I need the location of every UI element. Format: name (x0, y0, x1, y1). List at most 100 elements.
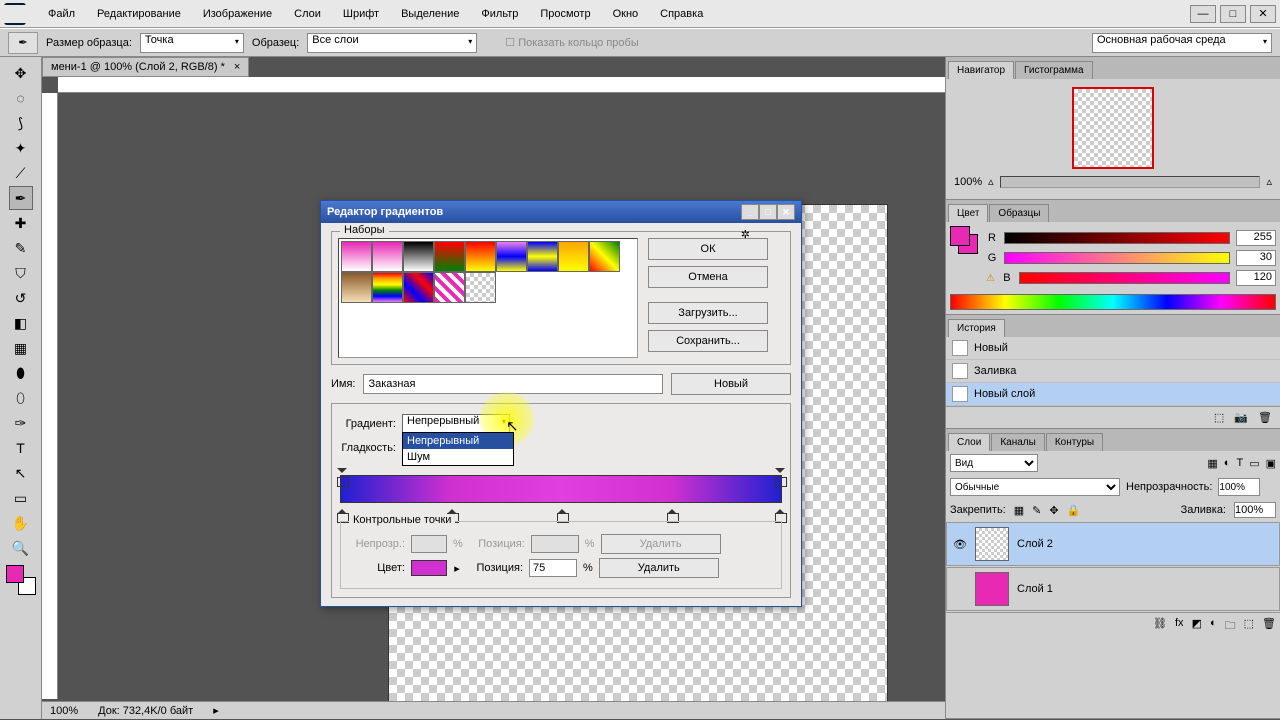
blend-mode-select[interactable]: Обычные (950, 478, 1120, 496)
history-camera-icon[interactable]: 📷 (1234, 411, 1248, 424)
preset-swatch[interactable] (403, 272, 434, 303)
tab-channels[interactable]: Каналы (991, 433, 1045, 451)
menu-edit[interactable]: Редактирование (93, 6, 185, 22)
history-brush-tool[interactable]: ↺ (9, 286, 33, 310)
r-value[interactable]: 255 (1236, 230, 1276, 246)
tab-histogram[interactable]: Гистограмма (1015, 61, 1093, 79)
layer-row[interactable]: 👁 Слой 2 (946, 522, 1280, 566)
dialog-maximize[interactable]: □ (759, 204, 777, 220)
new-layer-icon[interactable]: ⬚ (1244, 617, 1254, 636)
tab-color[interactable]: Цвет (948, 204, 988, 222)
link-layers-icon[interactable]: ⛓ (1153, 617, 1167, 636)
preset-swatch[interactable] (403, 241, 434, 272)
menu-layer[interactable]: Слои (290, 6, 325, 22)
zoom-out-icon[interactable]: ▵ (988, 175, 994, 188)
layer-row[interactable]: Слой 1 (946, 567, 1280, 611)
load-button[interactable]: Загрузить... (648, 302, 768, 324)
history-trash-icon[interactable]: 🗑 (1258, 411, 1272, 424)
preset-swatch[interactable] (372, 272, 403, 303)
lock-transparent-icon[interactable]: ▦ (1014, 504, 1024, 517)
preset-swatch[interactable] (496, 241, 527, 272)
b-slider[interactable] (1019, 272, 1230, 284)
menu-help[interactable]: Справка (656, 6, 707, 22)
layer-fx-icon[interactable]: fx (1175, 617, 1184, 636)
filter-smart-icon[interactable]: ▣ (1266, 457, 1276, 470)
status-arrow-icon[interactable]: ▸ (213, 704, 219, 717)
gradient-tool[interactable]: ▦ (9, 336, 33, 360)
filter-adjust-icon[interactable]: ◐ (1224, 457, 1231, 469)
current-tool-icon[interactable]: ✒ (8, 32, 38, 54)
preset-swatch[interactable] (341, 241, 372, 272)
history-item[interactable]: Новый (946, 337, 1280, 360)
lock-paint-icon[interactable]: ✎ (1032, 504, 1041, 517)
sample-select[interactable]: Все слои (307, 33, 477, 53)
filter-image-icon[interactable]: ▦ (1207, 457, 1217, 470)
fill-input[interactable] (1234, 502, 1276, 518)
move-tool[interactable]: ✥ (9, 61, 33, 85)
blur-tool[interactable]: ⬮ (9, 361, 33, 385)
preset-swatch[interactable] (465, 241, 496, 272)
color-panel-swatches[interactable] (950, 226, 978, 254)
path-tool[interactable]: ↖ (9, 461, 33, 485)
marquee-tool[interactable]: ◌ (9, 86, 33, 110)
cancel-button[interactable]: Отмена (648, 266, 768, 288)
color-spectrum[interactable] (950, 294, 1276, 310)
delete-color-button[interactable]: Удалить (599, 558, 719, 578)
preset-swatch[interactable] (341, 272, 372, 303)
preset-swatch[interactable] (434, 272, 465, 303)
dodge-tool[interactable]: ⬯ (9, 386, 33, 410)
preset-swatch[interactable] (527, 241, 558, 272)
dropdown-item-noise[interactable]: Шум (403, 449, 513, 465)
ok-button[interactable]: ОК (648, 238, 768, 260)
navigator-zoom-slider[interactable] (1000, 176, 1261, 188)
visibility-icon[interactable]: 👁 (953, 538, 967, 551)
tab-layers[interactable]: Слои (948, 433, 990, 451)
position-input-2[interactable] (529, 559, 577, 577)
stamp-tool[interactable]: ⛉ (9, 261, 33, 285)
dialog-title-bar[interactable]: Редактор градиентов _ □ ✕ (321, 201, 801, 223)
wand-tool[interactable]: ✦ (9, 136, 33, 160)
pen-tool[interactable]: ✑ (9, 411, 33, 435)
r-slider[interactable] (1004, 232, 1230, 244)
dropdown-item-solid[interactable]: Непрерывный (403, 433, 513, 449)
color-menu-arrow[interactable]: ▸ (453, 562, 461, 575)
status-zoom[interactable]: 100% (50, 705, 78, 717)
fg-color-swatch[interactable] (6, 565, 24, 583)
navigator-zoom-value[interactable]: 100% (954, 176, 982, 188)
color-swatches[interactable] (6, 565, 36, 595)
menu-select[interactable]: Выделение (397, 6, 463, 22)
layer-thumbnail[interactable] (975, 572, 1009, 606)
menu-window[interactable]: Окно (609, 6, 643, 22)
shape-tool[interactable]: ▭ (9, 486, 33, 510)
layer-opacity-input[interactable] (1218, 478, 1260, 496)
menu-type[interactable]: Шрифт (339, 6, 383, 22)
delete-layer-icon[interactable]: 🗑 (1262, 617, 1276, 636)
eyedropper-tool[interactable]: ✒ (9, 186, 33, 210)
crop-tool[interactable]: ⟋ (9, 161, 33, 185)
document-tab[interactable]: мени-1 @ 100% (Слой 2, RGB/8) * × (42, 57, 249, 77)
tab-history[interactable]: История (948, 319, 1005, 337)
g-value[interactable]: 30 (1236, 250, 1276, 266)
dialog-minimize[interactable]: _ (741, 204, 759, 220)
navigator-thumbnail[interactable] (1072, 87, 1154, 169)
presets-area[interactable] (338, 238, 638, 358)
opacity-stop[interactable] (337, 462, 347, 474)
filter-type-icon[interactable]: T (1236, 457, 1243, 469)
tab-swatches[interactable]: Образцы (989, 204, 1049, 222)
history-snapshot-icon[interactable]: ⬚ (1214, 411, 1224, 424)
menu-image[interactable]: Изображение (199, 6, 276, 22)
filter-shape-icon[interactable]: ▭ (1249, 457, 1259, 470)
lock-all-icon[interactable]: 🔒 (1067, 504, 1081, 517)
layer-name[interactable]: Слой 1 (1017, 583, 1053, 595)
menu-filter[interactable]: Фильтр (477, 6, 522, 22)
eraser-tool[interactable]: ◧ (9, 311, 33, 335)
preset-swatch[interactable] (372, 241, 403, 272)
color-stop[interactable] (557, 504, 567, 516)
save-button[interactable]: Сохранить... (648, 330, 768, 352)
new-button[interactable]: Новый (671, 373, 791, 395)
lock-position-icon[interactable]: ✥ (1049, 504, 1058, 517)
presets-menu-icon[interactable]: ✲ (741, 228, 750, 241)
layer-thumbnail[interactable] (975, 527, 1009, 561)
layer-group-icon[interactable]: 🗀 (1225, 617, 1236, 636)
layer-filter-select[interactable]: Вид (950, 454, 1038, 472)
